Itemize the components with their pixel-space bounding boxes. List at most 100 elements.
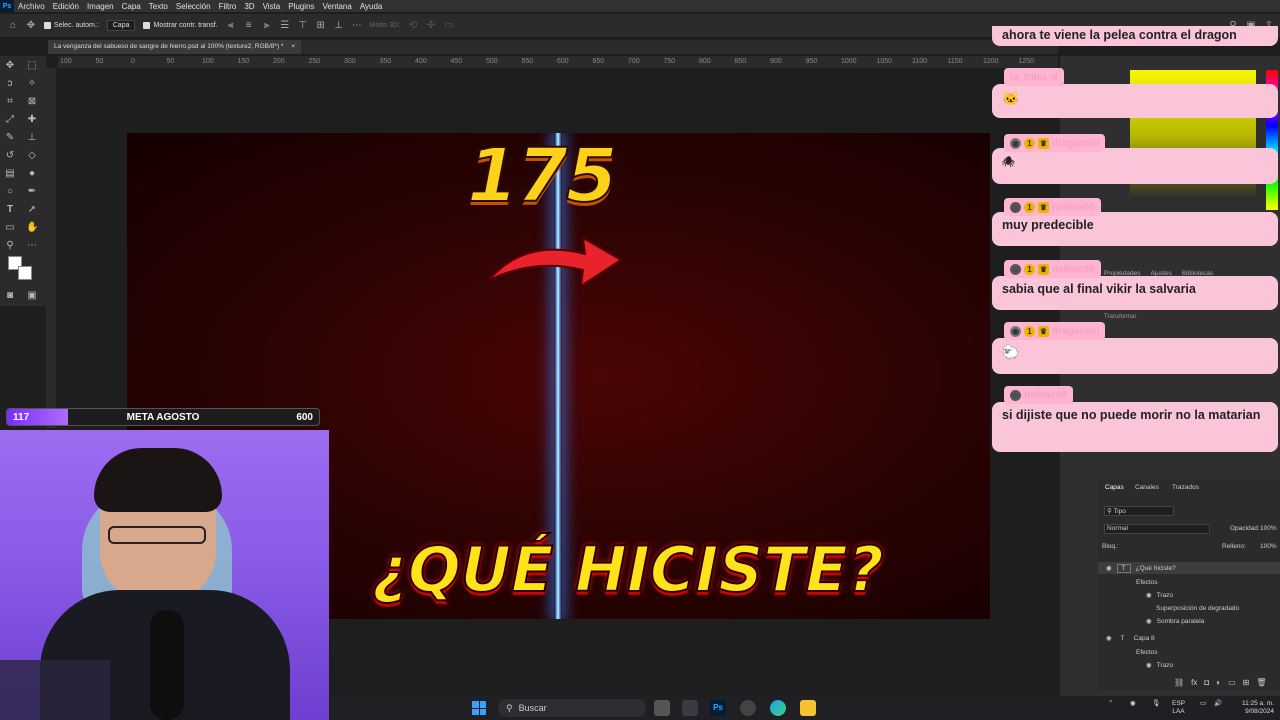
layer-effect-row[interactable]: ◉ Sombra paralela — [1098, 615, 1280, 627]
type-tool-icon[interactable]: T — [4, 204, 16, 216]
screen-mode-icon[interactable]: ▣ — [26, 290, 38, 302]
eye-icon[interactable]: ◉ — [1106, 634, 1112, 642]
link-icon[interactable]: ⛓ — [1174, 678, 1184, 687]
layer-effect-row[interactable]: ◉ Trazo — [1098, 589, 1280, 601]
layer-select-dropdown[interactable]: Capa — [106, 20, 136, 31]
layer-effect-row[interactable]: ◉ Trazo — [1098, 659, 1280, 671]
tab-paths[interactable]: Trazados — [1172, 484, 1199, 491]
layer-effect-row[interactable]: Superposición de degradado — [1098, 602, 1280, 614]
fx-icon[interactable]: fx — [1191, 678, 1197, 687]
taskbar-search-box[interactable]: ⚲ Buscar — [498, 699, 646, 717]
trash-icon[interactable]: 🗑 — [1256, 678, 1266, 687]
frame-tool-icon[interactable]: ⊠ — [26, 96, 38, 108]
home-icon[interactable]: ⌂ — [8, 20, 18, 31]
photoshop-taskbar-icon[interactable]: Ps — [710, 700, 726, 716]
align-top-icon[interactable]: ⊤ — [298, 20, 308, 31]
tray-chevron-icon[interactable]: ⌃ — [1108, 700, 1113, 708]
3d-rotate-icon[interactable]: ⟲ — [408, 20, 418, 31]
close-tab-icon[interactable]: × — [291, 43, 295, 50]
stamp-tool-icon[interactable]: ⊥ — [26, 132, 38, 144]
menu-archivo[interactable]: Archivo — [14, 2, 49, 11]
mask-icon[interactable]: ◘ — [1204, 678, 1209, 687]
eye-icon[interactable]: ◉ — [1146, 661, 1152, 669]
menu-ayuda[interactable]: Ayuda — [356, 2, 387, 11]
tray-mic-icon[interactable]: 🎙 — [1152, 700, 1160, 708]
task-view-icon[interactable] — [654, 700, 670, 716]
volume-icon[interactable]: 🔊 — [1214, 700, 1222, 708]
app-icon[interactable] — [682, 700, 698, 716]
eyedropper-tool-icon[interactable]: ⤢ — [4, 114, 16, 126]
file-explorer-icon[interactable] — [800, 700, 816, 716]
shape-tool-icon[interactable]: ▭ — [4, 222, 16, 234]
layer-filter-select[interactable]: ⚲ Tipo — [1104, 506, 1174, 516]
eraser-tool-icon[interactable]: ◇ — [26, 150, 38, 162]
align-right-icon[interactable]: ⫸ — [262, 20, 272, 31]
edge-icon[interactable] — [770, 700, 786, 716]
3d-pan-icon[interactable]: ✣ — [426, 20, 436, 31]
network-icon[interactable]: ▭ — [1200, 700, 1206, 708]
move-tool-icon[interactable]: ✥ — [4, 60, 16, 72]
menu-texto[interactable]: Texto — [145, 2, 172, 11]
align-left-icon[interactable]: ⫷ — [226, 20, 236, 31]
blur-tool-icon[interactable]: ● — [26, 168, 38, 180]
menu-ventana[interactable]: Ventana — [318, 2, 355, 11]
language-indicator[interactable]: ESP LAA — [1172, 700, 1185, 716]
background-color-swatch[interactable] — [18, 266, 32, 280]
menu-plugins[interactable]: Plugins — [284, 2, 318, 11]
distribute-icon[interactable]: ☰ — [280, 20, 290, 31]
zoom-tool-icon[interactable]: ⚲ — [4, 240, 16, 252]
layer-effects-row[interactable]: Efectos — [1098, 576, 1280, 588]
show-transform-checkbox[interactable]: Mostrar contr. transf. — [143, 22, 218, 29]
opacity-input[interactable]: 100% — [1260, 525, 1277, 532]
layer-row[interactable]: ◉ T ¿Qué hiciste? — [1098, 562, 1280, 574]
tab-channels[interactable]: Canales — [1135, 484, 1159, 491]
magic-wand-tool-icon[interactable]: ✧ — [26, 78, 38, 90]
hand-tool-icon[interactable]: ✋ — [26, 222, 38, 234]
obs-icon[interactable] — [740, 700, 756, 716]
blend-mode-select[interactable]: Normal — [1104, 524, 1210, 534]
folder-icon[interactable]: ▭ — [1228, 678, 1236, 687]
chat-message: 🕷 — [992, 148, 1278, 184]
search-placeholder: Buscar — [518, 703, 547, 713]
auto-select-checkbox[interactable]: Selec. autom.: — [44, 22, 99, 29]
menu-vista[interactable]: Vista — [259, 2, 285, 11]
crop-tool-icon[interactable]: ⌗ — [4, 96, 16, 108]
document-tab[interactable]: La venganza del sabueso de sangre de hie… — [48, 40, 302, 54]
menu-imagen[interactable]: Imagen — [83, 2, 118, 11]
align-middle-icon[interactable]: ⊞ — [316, 20, 326, 31]
3d-camera-icon[interactable]: ▭ — [444, 20, 454, 31]
windows-start-icon[interactable] — [472, 701, 486, 715]
align-bottom-icon[interactable]: ⊥ — [334, 20, 344, 31]
menu-edicion[interactable]: Edición — [49, 2, 83, 11]
eye-icon[interactable]: ◉ — [1146, 591, 1152, 599]
tab-layers[interactable]: Capas — [1105, 484, 1124, 491]
marquee-tool-icon[interactable]: ⬚ — [26, 60, 38, 72]
more-options-icon[interactable]: ⋯ — [352, 20, 362, 31]
chat-message-text: sabia que al final vikir la salvaria — [1002, 282, 1196, 296]
quick-mask-icon[interactable]: ◙ — [4, 290, 16, 302]
tray-app-icon[interactable]: ◉ — [1130, 700, 1136, 708]
fill-input[interactable]: 100% — [1260, 543, 1277, 550]
path-select-tool-icon[interactable]: ➚ — [26, 204, 38, 216]
healing-tool-icon[interactable]: ✚ — [26, 114, 38, 126]
eye-icon[interactable]: ◉ — [1106, 564, 1112, 572]
align-center-icon[interactable]: ≡ — [244, 20, 254, 31]
dodge-tool-icon[interactable]: ○ — [4, 186, 16, 198]
menu-3d[interactable]: 3D — [240, 2, 258, 11]
new-layer-icon[interactable]: ⊞ — [1243, 678, 1250, 687]
layer-row[interactable]: ◉ T Capa 8 — [1098, 632, 1280, 644]
menu-filtro[interactable]: Filtro — [215, 2, 241, 11]
more-tools-icon[interactable]: ⋯ — [26, 240, 38, 252]
clock[interactable]: 11:25 a. m. 9/08/2024 — [1226, 700, 1274, 716]
layer-effects-row[interactable]: Efectos — [1098, 646, 1280, 658]
history-brush-tool-icon[interactable]: ↺ — [4, 150, 16, 162]
move-tool-icon[interactable]: ✥ — [26, 20, 36, 31]
adjustment-icon[interactable]: ◐ — [1216, 678, 1221, 687]
brush-tool-icon[interactable]: ✎ — [4, 132, 16, 144]
menu-capa[interactable]: Capa — [118, 2, 145, 11]
gradient-tool-icon[interactable]: ▤ — [4, 168, 16, 180]
lasso-tool-icon[interactable]: ↄ — [4, 78, 16, 90]
eye-icon[interactable]: ◉ — [1146, 617, 1152, 625]
menu-seleccion[interactable]: Selección — [172, 2, 215, 11]
pen-tool-icon[interactable]: ✒ — [26, 186, 38, 198]
